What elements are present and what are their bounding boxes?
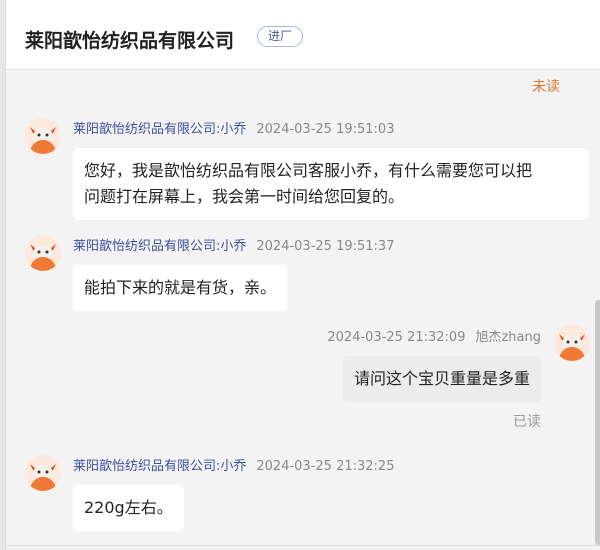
shop-name-title: 莱阳歆怡纺织品有限公司 bbox=[25, 30, 235, 52]
message-line: 能拍下来的就是有货，亲。 bbox=[84, 278, 277, 297]
message-line: 问题打在屏幕上，我会第一时间给您回复的。 bbox=[84, 187, 405, 206]
scrollbar-thumb[interactable] bbox=[595, 300, 600, 545]
message-list[interactable]: 未读 莱阳歆怡纺织品有限公司:小乔 2024-03-25 19:51:03 您好，… bbox=[6, 71, 600, 550]
message-time: 2024-03-25 19:51:03 bbox=[256, 122, 395, 137]
message-line: 220g左右。 bbox=[84, 498, 173, 517]
message-line: 请问这个宝贝重量是多重 bbox=[353, 369, 530, 388]
chat-header: 莱阳歆怡纺织品有限公司 进厂 bbox=[6, 0, 600, 70]
sender-name[interactable]: 莱阳歆怡纺织品有限公司:小乔 bbox=[73, 122, 246, 137]
user-avatar-icon[interactable] bbox=[554, 325, 590, 361]
sender-name[interactable]: 莱阳歆怡纺织品有限公司:小乔 bbox=[73, 239, 246, 254]
message-line: 您好，我是歆怡纺织品有限公司客服小乔，有什么需要您可以把 bbox=[84, 161, 533, 180]
message-bubble: 能拍下来的就是有货，亲。 bbox=[73, 265, 288, 311]
shop-avatar-icon[interactable] bbox=[25, 118, 61, 154]
message-bubble: 220g左右。 bbox=[73, 485, 184, 531]
message-bubble: 您好，我是歆怡纺织品有限公司客服小乔，有什么需要您可以把 问题打在屏幕上，我会第… bbox=[73, 148, 589, 220]
message-bubble-self: 请问这个宝贝重量是多重 bbox=[342, 356, 541, 402]
unread-status: 未读 bbox=[532, 79, 560, 95]
message-meta: 2024-03-25 21:32:09 旭杰zhang bbox=[327, 326, 541, 345]
message-time: 2024-03-25 19:51:37 bbox=[256, 239, 395, 254]
bottom-divider bbox=[6, 545, 600, 546]
shop-avatar-icon[interactable] bbox=[25, 235, 61, 271]
message-meta: 莱阳歆怡纺织品有限公司:小乔 2024-03-25 21:32:25 bbox=[73, 455, 394, 474]
sender-name[interactable]: 旭杰zhang bbox=[475, 330, 541, 345]
sender-name[interactable]: 莱阳歆怡纺织品有限公司:小乔 bbox=[73, 459, 246, 474]
enter-factory-tag[interactable]: 进厂 bbox=[257, 26, 303, 47]
read-status: 已读 bbox=[513, 414, 541, 430]
message-meta: 莱阳歆怡纺织品有限公司:小乔 2024-03-25 19:51:37 bbox=[73, 235, 394, 254]
message-meta: 莱阳歆怡纺织品有限公司:小乔 2024-03-25 19:51:03 bbox=[73, 118, 394, 137]
chat-window: 莱阳歆怡纺织品有限公司 进厂 未读 莱阳歆怡纺织品有限公司:小乔 2024-03-… bbox=[5, 0, 600, 550]
shop-avatar-icon[interactable] bbox=[25, 455, 61, 491]
message-time: 2024-03-25 21:32:25 bbox=[256, 459, 395, 474]
message-time: 2024-03-25 21:32:09 bbox=[327, 330, 466, 345]
